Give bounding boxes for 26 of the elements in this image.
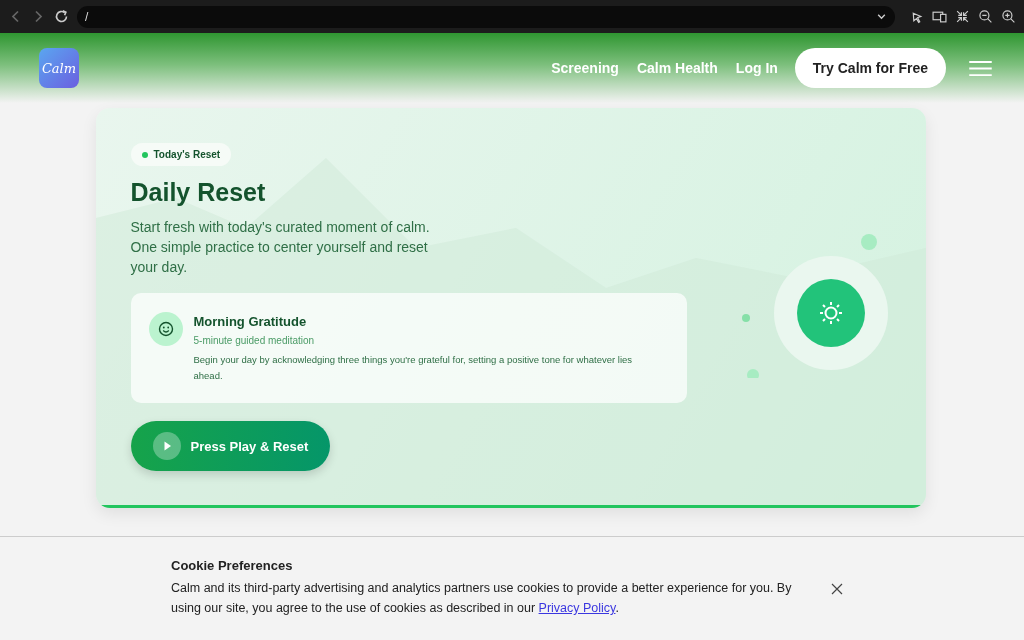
practice-duration: 5-minute guided meditation bbox=[193, 335, 316, 346]
address-bar[interactable]: / bbox=[77, 5, 895, 28]
hero-title: Daily Reset bbox=[130, 178, 267, 207]
reload-icon[interactable] bbox=[54, 9, 69, 24]
nav-link[interactable]: Calm Health bbox=[636, 60, 718, 76]
devices-icon[interactable] bbox=[932, 9, 947, 24]
badge-label: Today's Reset bbox=[153, 149, 221, 160]
zoom-in-icon[interactable] bbox=[1001, 9, 1016, 24]
collapse-icon[interactable] bbox=[955, 9, 970, 24]
smiley-icon bbox=[148, 312, 183, 346]
play-button[interactable]: Press Play & Reset bbox=[130, 421, 331, 471]
practice-description: Begin your day by acknowledging three things you're grateful for, setting a positive tone for whatever lies ahead. bbox=[193, 353, 634, 383]
hero-subtitle: Start fresh with today's curated moment of calm. One simple practice to center yourself and reset your day. bbox=[130, 218, 431, 277]
nav-link[interactable]: Screening bbox=[551, 60, 619, 76]
practice-card[interactable]: Morning Gratitude 5-minute guided meditation Begin your day by acknowledging three things you're grateful for, setting a positive tone for whatever lies ahead. bbox=[130, 293, 687, 403]
address-text: / bbox=[85, 9, 90, 24]
cookie-title: Cookie Preferences bbox=[171, 558, 294, 573]
status-dot bbox=[141, 151, 148, 158]
calm-logo[interactable]: Calm bbox=[39, 48, 79, 88]
try-free-button[interactable]: Try Calm for Free bbox=[794, 48, 946, 88]
practice-title: Morning Gratitude bbox=[193, 314, 308, 329]
cookie-text: Calm and its third-party advertising and analytics partners use cookies to provide a better experience for you. By using our site, you agree to the use of cookies as described in our Privacy Policy. bbox=[171, 580, 793, 617]
close-icon[interactable] bbox=[831, 583, 843, 595]
play-icon bbox=[152, 432, 181, 460]
nav-link[interactable]: Log In bbox=[735, 60, 778, 76]
zoom-out-icon[interactable] bbox=[978, 9, 993, 24]
